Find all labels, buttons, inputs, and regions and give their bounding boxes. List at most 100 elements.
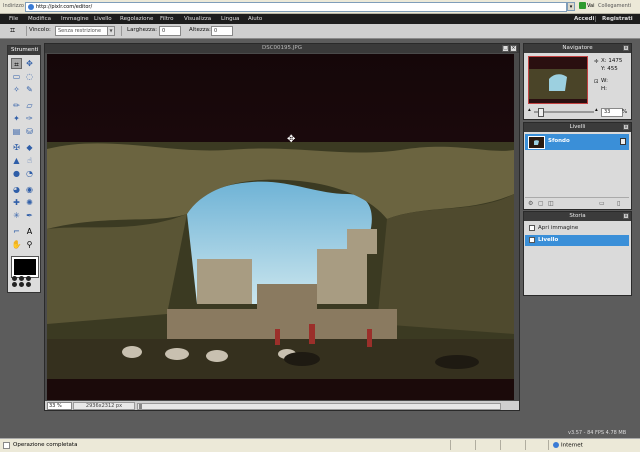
crop-icon[interactable]: ⌗ [11, 58, 22, 69]
drawing-icon[interactable]: ✑ [24, 113, 35, 124]
menu-livello[interactable]: Livello [94, 16, 112, 22]
width-input[interactable]: 0 [159, 26, 181, 36]
history-panel: Storia × Apri immagine Livello [523, 211, 632, 296]
color-replace-icon[interactable]: ✦ [11, 113, 22, 124]
history-item[interactable]: Apri immagine [525, 223, 629, 234]
zoom-input[interactable]: 33 % [47, 402, 72, 410]
layer-settings-icon[interactable]: ⚙ [528, 200, 533, 207]
links-button[interactable]: Collegamenti [598, 3, 631, 9]
marquee-icon[interactable]: ▭ [11, 71, 22, 82]
divider [121, 26, 122, 36]
swatch-dot-icon[interactable] [12, 276, 17, 281]
tools-panel-title: Strumenti [8, 46, 40, 55]
type-icon[interactable]: A [24, 226, 35, 237]
swatch-dot-icon[interactable] [26, 282, 31, 287]
navigator-zoom-input[interactable]: 33 [601, 108, 623, 117]
color-picker-icon[interactable]: ✒ [24, 210, 35, 221]
address-input[interactable]: http://pixlr.com/editor/ [25, 2, 567, 12]
image-canvas[interactable]: ✥ [47, 54, 514, 400]
divider [26, 26, 27, 36]
menu-regolazione[interactable]: Regolazione [120, 16, 153, 22]
status-divider [548, 440, 549, 450]
menu-file[interactable]: File [9, 16, 18, 22]
brush-icon[interactable]: ✏ [11, 100, 22, 111]
eraser-icon[interactable]: ▱ [24, 100, 35, 111]
document-statusbar: 33 % 2936x2312 px [45, 401, 519, 410]
clone-stamp-icon[interactable]: ✠ [11, 142, 22, 153]
sponge-icon[interactable]: ● [11, 168, 22, 179]
constraint-select[interactable]: Senza restrizione ▼ [55, 26, 115, 36]
status-divider [500, 440, 501, 450]
magic-wand-icon[interactable]: ✧ [11, 84, 22, 95]
menu-immagine[interactable]: Immagine [61, 16, 89, 22]
swatch-dot-icon[interactable] [19, 282, 24, 287]
move-icon[interactable]: ✥ [24, 58, 35, 69]
navigator-title: Navigatore × [524, 44, 631, 53]
image-dimensions: 2936x2312 px [73, 402, 135, 410]
zoom-in-icon[interactable]: ▴ [595, 107, 598, 113]
browser-status-bar: Operazione completata Internet [0, 438, 640, 452]
scroll-thumb[interactable] [139, 404, 142, 409]
layers-footer: ⚙ ▢ ◫ ▭ ▯ [525, 197, 629, 208]
pinch-icon[interactable]: ✳ [11, 210, 22, 221]
document-title: DSC00195.JPG [261, 45, 302, 51]
gradient-icon[interactable]: ▤ [11, 126, 22, 137]
menu-filtro[interactable]: Filtro [160, 16, 173, 22]
menu-lingua[interactable]: Lingua [221, 16, 239, 22]
menu-visualizza[interactable]: Visualizza [184, 16, 211, 22]
new-layer-icon[interactable]: ▭ [599, 200, 605, 207]
blur-icon[interactable]: ◆ [24, 142, 35, 153]
swatch-dot-icon[interactable] [26, 276, 31, 281]
history-item-selected[interactable]: Livello [525, 235, 629, 246]
color-swatch[interactable] [11, 256, 39, 278]
pencil-icon[interactable]: ✎ [24, 84, 35, 95]
layer-mask-icon[interactable]: ◫ [548, 200, 554, 207]
menu-modifica[interactable]: Modifica [28, 16, 51, 22]
bloat-icon[interactable]: ✺ [24, 197, 35, 208]
status-message: Operazione completata [13, 442, 78, 448]
maximize-icon[interactable]: □ [502, 45, 509, 52]
navigator-thumbnail[interactable] [528, 56, 588, 104]
delete-layer-icon[interactable]: ▯ [617, 200, 620, 207]
document-titlebar[interactable]: DSC00195.JPG □ × [45, 44, 519, 53]
lock-icon[interactable] [620, 138, 626, 145]
lasso-icon[interactable]: ◌ [24, 71, 35, 82]
layer-row[interactable]: Sfondo [525, 134, 629, 150]
burn-icon[interactable]: ◕ [11, 184, 22, 195]
layers-panel: Livelli × Sfondo ⚙ ▢ ◫ ▭ ▯ [523, 122, 632, 210]
eyedropper-icon[interactable]: ⌐ [11, 226, 22, 237]
spot-heal-icon[interactable]: ✚ [11, 197, 22, 208]
close-icon[interactable]: × [623, 45, 629, 51]
smudge-icon[interactable]: ☝ [24, 155, 35, 166]
performance-stats: v3.57 - 84 FPS 4.78 MB [568, 430, 627, 436]
hand-icon[interactable]: ✋ [11, 239, 22, 250]
document-window: DSC00195.JPG □ × ✥ 33 % 2936x2312 px [44, 43, 520, 411]
swatch-controls [11, 276, 37, 288]
slider-thumb[interactable] [538, 108, 544, 117]
swatch-dot-icon[interactable] [12, 282, 17, 287]
sharpen-icon[interactable]: ▲ [11, 155, 22, 166]
go-button[interactable]: Vai [579, 2, 595, 9]
go-arrow-icon [579, 2, 586, 9]
layer-thumbnail [528, 136, 545, 149]
paint-bucket-icon[interactable]: ⛁ [24, 126, 35, 137]
close-icon[interactable]: × [623, 124, 629, 130]
horizontal-scrollbar[interactable] [137, 403, 501, 410]
tool-options-bar: ⌗ Vincolo: Senza restrizione ▼ Larghezza:… [0, 24, 640, 39]
menu-aiuto[interactable]: Aiuto [248, 16, 262, 22]
close-icon[interactable]: × [623, 213, 629, 219]
red-eye-icon[interactable]: ◉ [24, 184, 35, 195]
zoom-out-icon[interactable]: ▴ [528, 107, 531, 113]
login-link[interactable]: Accedi [574, 16, 594, 22]
height-label: Altezza: [189, 27, 211, 33]
crosshair-icon: ✛ [594, 59, 599, 65]
zoom-icon[interactable]: ⚲ [24, 239, 35, 250]
layer-link-icon[interactable]: ▢ [538, 200, 544, 207]
address-dropdown-button[interactable]: ▾ [567, 2, 575, 11]
swatch-dot-icon[interactable] [19, 276, 24, 281]
dodge-icon[interactable]: ◔ [24, 168, 35, 179]
register-link[interactable]: Registrati [602, 16, 633, 22]
navigator-zoom-slider[interactable] [534, 108, 594, 117]
close-icon[interactable]: × [510, 45, 517, 52]
height-input[interactable]: 0 [211, 26, 233, 36]
